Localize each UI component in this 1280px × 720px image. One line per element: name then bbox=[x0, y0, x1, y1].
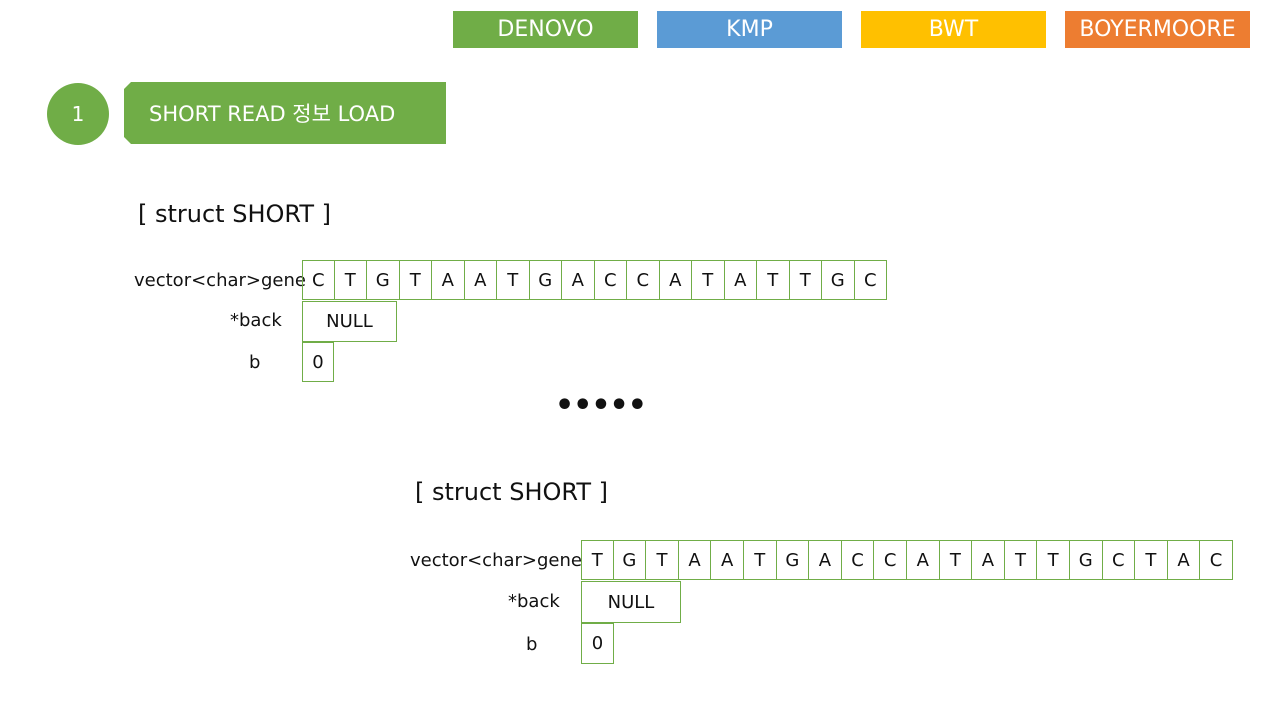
step-title: SHORT READ 정보 LOAD bbox=[149, 102, 396, 126]
b-label: b bbox=[249, 352, 261, 373]
b-value-box: 0 bbox=[581, 623, 614, 664]
back-value-box: NULL bbox=[581, 581, 681, 623]
gene-cell: T bbox=[1135, 540, 1168, 580]
back-label: *back bbox=[508, 591, 560, 612]
gene-cell: T bbox=[1037, 540, 1070, 580]
gene-cell: C bbox=[594, 260, 627, 300]
gene-cell: G bbox=[529, 260, 562, 300]
tab-kmp[interactable]: KMP bbox=[657, 11, 842, 48]
b-value-box: 0 bbox=[302, 342, 334, 382]
gene-cell: C bbox=[854, 260, 887, 300]
gene-cell: T bbox=[1004, 540, 1038, 580]
gene-cell: T bbox=[399, 260, 432, 300]
gene-cell: C bbox=[1102, 540, 1136, 580]
gene-cell: T bbox=[692, 260, 725, 300]
ellipsis: ••••• bbox=[555, 388, 647, 423]
gene-cell: G bbox=[367, 260, 400, 300]
gene-cell: A bbox=[464, 260, 497, 300]
gene-cell: T bbox=[789, 260, 822, 300]
tab-bwt[interactable]: BWT bbox=[861, 11, 1046, 48]
gene-cell: A bbox=[711, 540, 744, 580]
gene-cell: G bbox=[613, 540, 647, 580]
tab-boyermoore[interactable]: BOYERMOORE bbox=[1065, 11, 1250, 48]
tab-denovo[interactable]: DENOVO bbox=[453, 11, 638, 48]
gene-cell: A bbox=[562, 260, 595, 300]
gene-cell: C bbox=[841, 540, 875, 580]
gene-cell: T bbox=[581, 540, 614, 580]
gene-cell: T bbox=[757, 260, 790, 300]
gene-cell: T bbox=[939, 540, 973, 580]
gene-cells: TGTAATGACCATATTGCTAC bbox=[581, 540, 1233, 580]
gene-label: vector<char>gene bbox=[410, 550, 582, 571]
b-label: b bbox=[526, 634, 538, 655]
gene-cell: C bbox=[1200, 540, 1233, 580]
struct-title: [ struct SHORT ] bbox=[138, 200, 331, 228]
gene-cell: G bbox=[776, 540, 810, 580]
gene-cell: T bbox=[497, 260, 530, 300]
gene-cell: A bbox=[659, 260, 692, 300]
gene-cell: A bbox=[678, 540, 712, 580]
gene-cell: T bbox=[646, 540, 679, 580]
gene-cell: T bbox=[334, 260, 367, 300]
back-label: *back bbox=[230, 310, 282, 331]
struct-title: [ struct SHORT ] bbox=[415, 478, 608, 506]
gene-cell: A bbox=[906, 540, 940, 580]
gene-cell: G bbox=[1069, 540, 1103, 580]
gene-cell: A bbox=[432, 260, 465, 300]
gene-cell: A bbox=[724, 260, 757, 300]
gene-cell: A bbox=[1167, 540, 1201, 580]
gene-cell: C bbox=[627, 260, 660, 300]
gene-cell: A bbox=[972, 540, 1005, 580]
gene-cell: A bbox=[809, 540, 842, 580]
gene-cell: C bbox=[874, 540, 907, 580]
gene-cells: CTGTAATGACCATATTGC bbox=[302, 260, 887, 300]
gene-label: vector<char>gene bbox=[134, 270, 306, 291]
back-value-box: NULL bbox=[302, 301, 397, 342]
gene-cell: C bbox=[302, 260, 335, 300]
step-number-badge: 1 bbox=[47, 83, 109, 145]
gene-cell: T bbox=[743, 540, 777, 580]
gene-cell: G bbox=[822, 260, 855, 300]
step-title-banner: SHORT READ 정보 LOAD bbox=[124, 82, 446, 144]
